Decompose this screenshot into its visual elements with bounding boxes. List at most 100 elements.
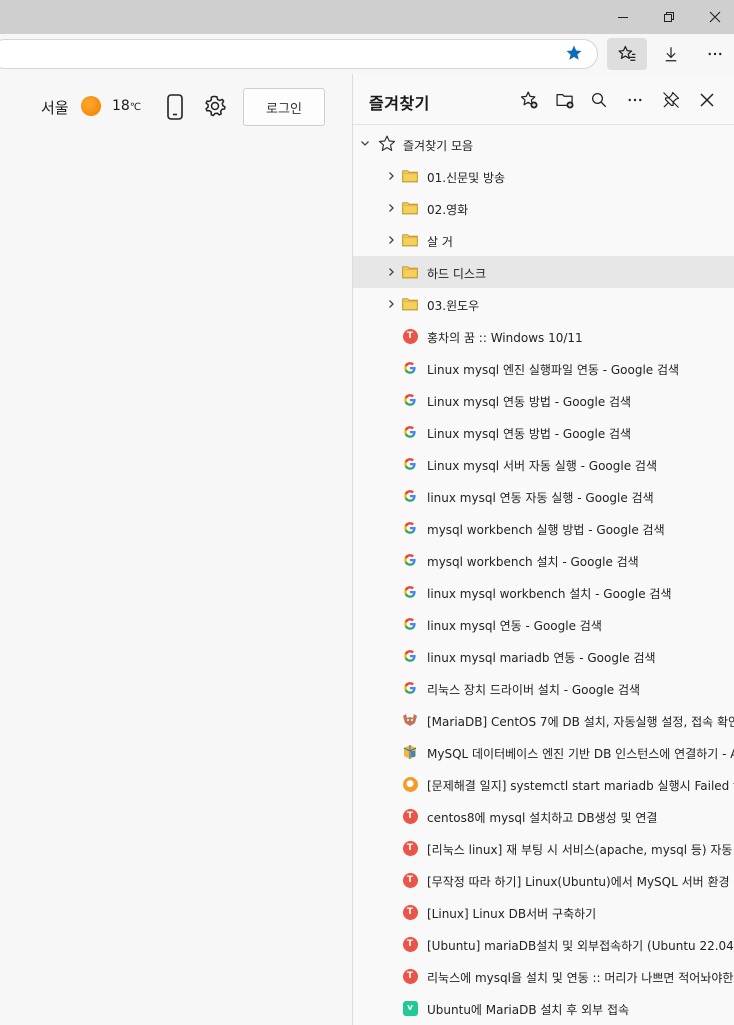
google-icon — [402, 360, 418, 376]
link-label: [문제해결 일지] systemctl start mariadb 실행시 Fa… — [427, 779, 734, 793]
favorite-link-row[interactable]: Linux mysql 서버 자동 실행 - Google 검색 — [353, 448, 734, 480]
link-label: Linux mysql 엔진 실행파일 연동 - Google 검색 — [427, 363, 680, 377]
link-label: 홍차의 꿈 :: Windows 10/11 — [427, 331, 583, 345]
folder-label: 살 거 — [427, 235, 453, 249]
velog-icon: v — [402, 1000, 418, 1016]
chevron-right-icon[interactable] — [385, 170, 397, 182]
favorite-link-row[interactable]: linux mysql workbench 설치 - Google 검색 — [353, 576, 734, 608]
link-label: linux mysql mariadb 연동 - Google 검색 — [427, 651, 656, 665]
mariadb-icon — [402, 712, 418, 728]
favorites-more-button[interactable] — [623, 88, 647, 112]
link-label: linux mysql 연동 자동 실행 - Google 검색 — [427, 491, 654, 505]
close-window-button[interactable] — [692, 0, 734, 34]
page-header: 서울 18℃ 로그인 — [0, 74, 352, 140]
favorites-title: 즐겨찾기 — [369, 94, 430, 113]
tistory-icon: T — [402, 904, 418, 920]
chevron-right-icon[interactable] — [385, 298, 397, 310]
chevron-right-icon[interactable] — [385, 266, 397, 278]
restore-icon — [664, 12, 674, 22]
unpin-icon — [663, 91, 680, 108]
settings-more-button[interactable] — [695, 38, 734, 70]
weather-city: 서울 — [41, 99, 69, 117]
favorite-link-row[interactable]: 리눅스 장치 드라이버 설치 - Google 검색 — [353, 672, 734, 704]
favorite-link-row[interactable]: T [Linux] Linux DB서버 구축하기 — [353, 896, 734, 928]
minimize-icon — [618, 17, 628, 18]
close-icon — [709, 11, 721, 23]
favorite-link-row[interactable]: v Ubuntu에 MariaDB 설치 후 외부 접속 — [353, 992, 734, 1024]
google-icon — [402, 520, 418, 536]
restore-button[interactable] — [646, 0, 692, 34]
favorites-folder-row[interactable]: 살 거 — [353, 224, 734, 256]
folder-icon — [402, 200, 418, 216]
favorite-link-row[interactable]: T [Ubuntu] mariaDB설치 및 외부접속하기 (Ubuntu 22.… — [353, 928, 734, 960]
chevron-right-icon[interactable] — [385, 234, 397, 246]
favorite-link-row[interactable]: ● [문제해결 일지] systemctl start mariadb 실행시 F… — [353, 768, 734, 800]
search-favorites-button[interactable] — [587, 88, 611, 112]
aws-icon — [402, 744, 418, 760]
favorite-link-row[interactable]: linux mysql mariadb 연동 - Google 검색 — [353, 640, 734, 672]
favorite-link-row[interactable]: mysql workbench 설치 - Google 검색 — [353, 544, 734, 576]
star-add-icon — [520, 91, 538, 109]
favorite-link-row[interactable]: Linux mysql 엔진 실행파일 연동 - Google 검색 — [353, 352, 734, 384]
link-label: MySQL 데이터베이스 엔진 기반 DB 인스턴스에 연결하기 - A — [427, 747, 734, 761]
favorite-link-row[interactable]: linux mysql 연동 - Google 검색 — [353, 608, 734, 640]
favorite-link-row[interactable]: mysql workbench 실행 방법 - Google 검색 — [353, 512, 734, 544]
tistory-icon: T — [402, 936, 418, 952]
tistory-icon: T — [402, 840, 418, 856]
link-label: 리눅스 장치 드라이버 설치 - Google 검색 — [427, 683, 641, 697]
folder-label: 01.신문및 방송 — [427, 171, 506, 185]
sun-icon — [81, 96, 101, 116]
link-label: Ubuntu에 MariaDB 설치 후 외부 접속 — [427, 1003, 630, 1017]
favorite-link-row[interactable]: Linux mysql 연동 방법 - Google 검색 — [353, 384, 734, 416]
folder-label: 03.윈도우 — [427, 299, 480, 313]
favorites-button[interactable] — [607, 38, 647, 70]
gear-icon[interactable] — [203, 94, 227, 122]
link-label: linux mysql workbench 설치 - Google 검색 — [427, 587, 672, 601]
minimize-button[interactable] — [600, 0, 646, 34]
close-panel-button[interactable] — [695, 88, 719, 112]
login-button[interactable]: 로그인 — [243, 88, 325, 126]
more-icon — [708, 52, 722, 56]
favorites-list: 01.신문및 방송 02.영화 살 거 하드 디스크 03.윈도우 T 홍차의 꿈 :: W… — [353, 160, 734, 1024]
close-icon — [700, 93, 714, 107]
link-label: Linux mysql 연동 방법 - Google 검색 — [427, 395, 632, 409]
favorite-link-row[interactable]: linux mysql 연동 자동 실행 - Google 검색 — [353, 480, 734, 512]
favorite-link-row[interactable]: Tcentos8에 mysql 설치하고 DB생성 및 연결 — [353, 800, 734, 832]
favorites-folder-row[interactable]: 02.영화 — [353, 192, 734, 224]
favorite-this-page-button[interactable] — [560, 38, 588, 68]
download-icon — [665, 47, 677, 62]
favorite-link-row[interactable]: T 리눅스에 mysql을 설치 및 연동 :: 머리가 나쁘면 적어놔야한다 — [353, 960, 734, 992]
chevron-down-icon[interactable] — [359, 137, 371, 149]
phone-icon[interactable] — [165, 94, 185, 124]
link-label: [Linux] Linux DB서버 구축하기 — [427, 907, 597, 921]
link-label: Linux mysql 서버 자동 실행 - Google 검색 — [427, 459, 657, 473]
google-icon — [402, 488, 418, 504]
chevron-right-icon[interactable] — [385, 202, 397, 214]
folder-icon — [402, 296, 418, 312]
favorite-link-row[interactable]: T 홍차의 꿈 :: Windows 10/11 — [353, 320, 734, 352]
google-icon — [402, 648, 418, 664]
google-icon — [402, 552, 418, 568]
favorites-folder-row[interactable]: 01.신문및 방송 — [353, 160, 734, 192]
add-favorite-button[interactable] — [517, 88, 541, 112]
favorites-list-icon — [618, 45, 636, 61]
title-bar — [0, 0, 734, 34]
favorite-link-row[interactable]: Linux mysql 연동 방법 - Google 검색 — [353, 416, 734, 448]
favorite-link-row[interactable]: T [리눅스 linux] 재 부팅 시 서비스(apache, mysql 등)… — [353, 832, 734, 864]
pin-panel-button[interactable] — [659, 88, 683, 112]
tistory-icon: T — [402, 808, 418, 824]
favorites-folder-row[interactable]: 하드 디스크 — [353, 256, 734, 288]
favorites-root-folder[interactable]: 즐겨찾기 모음 — [353, 128, 734, 160]
link-label: Linux mysql 연동 방법 - Google 검색 — [427, 427, 632, 441]
favorite-link-row[interactable]: T [무작정 따라 하기] Linux(Ubuntu)에서 MySQL 서버 환경… — [353, 864, 734, 896]
more-icon — [628, 98, 642, 102]
favorite-link-row[interactable]: [MariaDB] CentOS 7에 DB 설치, 자동실행 설정, 접속 확… — [353, 704, 734, 736]
favorites-folder-row[interactable]: 03.윈도우 — [353, 288, 734, 320]
address-bar[interactable] — [0, 39, 598, 69]
downloads-button[interactable] — [651, 38, 691, 70]
link-label: [Ubuntu] mariaDB설치 및 외부접속하기 (Ubuntu 22.0… — [427, 939, 734, 953]
folder-label: 02.영화 — [427, 203, 469, 217]
add-folder-button[interactable] — [553, 88, 577, 112]
favorite-link-row[interactable]: MySQL 데이터베이스 엔진 기반 DB 인스턴스에 연결하기 - A — [353, 736, 734, 768]
tistory-icon: T — [402, 872, 418, 888]
